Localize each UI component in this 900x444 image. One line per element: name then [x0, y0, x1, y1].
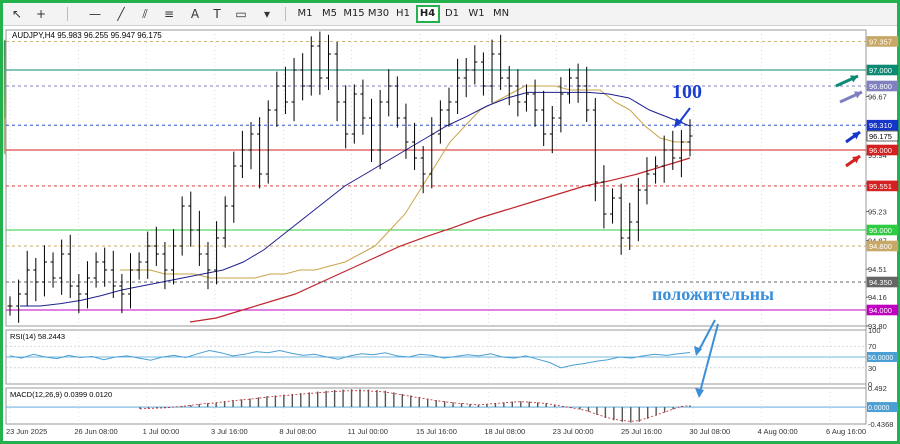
x-tick-label: 6 Aug 16:00 — [826, 427, 866, 436]
macd-y-tick-label: -0.4368 — [868, 420, 893, 429]
x-tick-label: 11 Jul 00:00 — [348, 427, 388, 436]
y-tick-label: 94.51 — [868, 265, 887, 274]
x-tick-label: 15 Jul 16:00 — [416, 427, 457, 436]
chart-canvas: 23 Jun 2025 26 Jun 08:00 1 Jul 00:00 3 Jul … — [5, 29, 899, 436]
price-level-label: 96.175 — [869, 132, 892, 141]
y-tick-label: 95.23 — [868, 208, 887, 217]
macd-title: MACD(12,26,9) 0.0399 0.0120 — [10, 390, 112, 399]
rsi-current-label: 50.0000 — [868, 355, 893, 362]
price-level-label: 96.000 — [869, 146, 892, 155]
x-tick-label: 23 Jul 00:00 — [553, 427, 594, 436]
price-level-label: 96.310 — [869, 121, 892, 130]
x-tick-label: 3 Jul 16:00 — [211, 427, 248, 436]
price-level-label: 95.000 — [869, 226, 892, 235]
symbol-header: AUDJPY,H4 95.983 96.255 95.947 96.175 — [12, 31, 162, 40]
x-tick-label: 8 Jul 08:00 — [279, 427, 316, 436]
price-level-label: 97.357 — [869, 37, 892, 46]
price-level-label: 94.800 — [869, 242, 892, 251]
x-tick-label: 26 Jun 08:00 — [74, 427, 117, 436]
annotation-100: 100 — [672, 81, 702, 103]
price-level-label: 97.000 — [869, 66, 892, 75]
annotation-positive: положительны — [652, 284, 774, 304]
macd-y-tick-label: 0.492 — [868, 384, 887, 393]
x-tick-label: 1 Jul 00:00 — [143, 427, 180, 436]
x-tick-label: 18 Jul 08:00 — [484, 427, 525, 436]
y-tick-label: 96.67 — [868, 92, 887, 101]
price-level-label: 96.800 — [869, 82, 892, 91]
rsi-y-tick-label: 70 — [868, 342, 876, 351]
x-tick-label: 25 Jul 16:00 — [621, 427, 662, 436]
price-level-label: 95.551 — [869, 182, 892, 191]
price-level-label: 94.350 — [869, 278, 892, 287]
rsi-y-tick-label: 30 — [868, 364, 876, 373]
rsi-y-tick-label: 100 — [868, 326, 881, 335]
x-tick-label: 23 Jun 2025 — [6, 427, 47, 436]
rsi-title: RSI(14) 58.2443 — [10, 332, 65, 341]
price-level-label: 94.000 — [869, 306, 892, 315]
x-tick-label: 4 Aug 00:00 — [758, 427, 798, 436]
y-tick-label: 94.16 — [868, 293, 887, 302]
x-tick-label: 30 Jul 08:00 — [689, 427, 730, 436]
macd-current-label: 0.0000 — [868, 405, 890, 412]
